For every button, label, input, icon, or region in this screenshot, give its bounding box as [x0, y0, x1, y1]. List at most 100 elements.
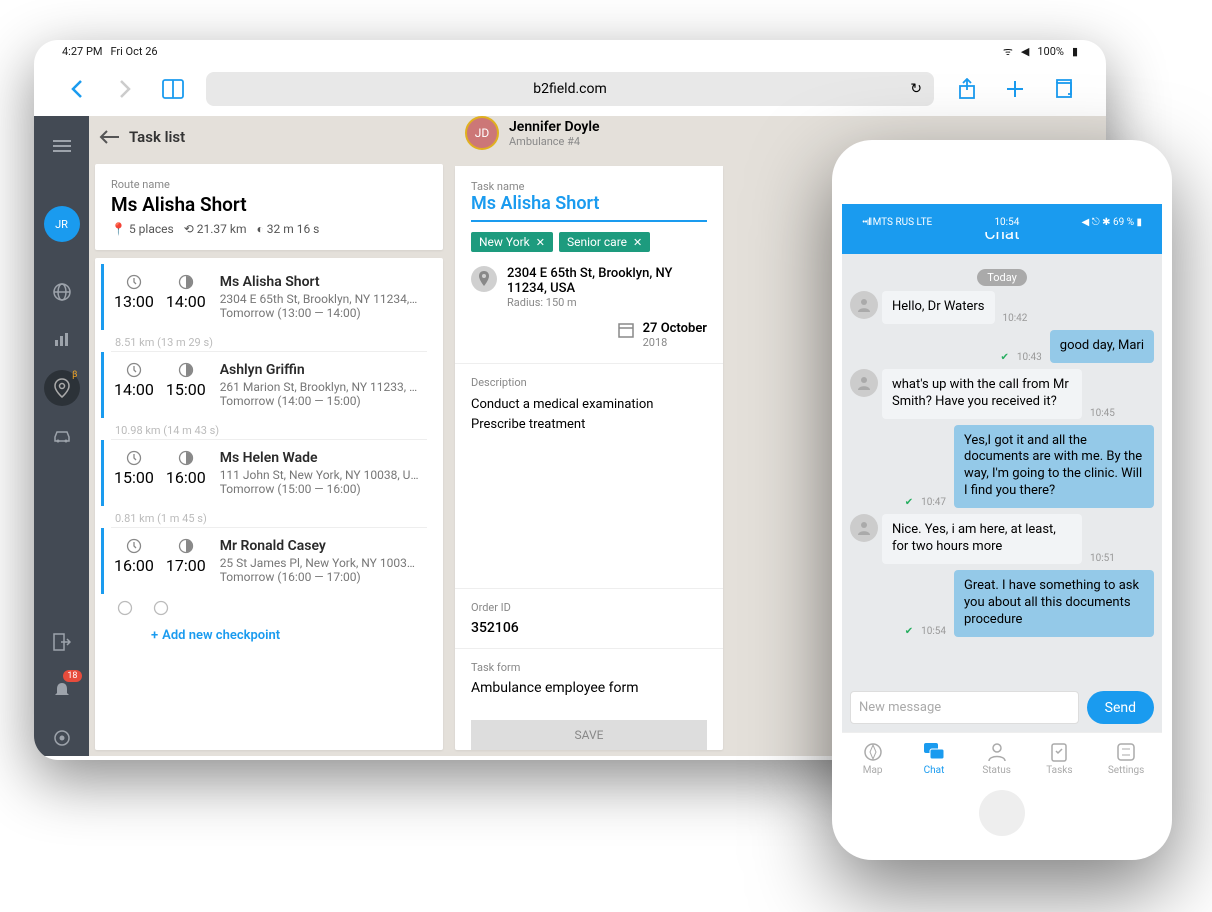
bell-icon[interactable]: 18 — [44, 672, 80, 708]
back-arrow-icon[interactable] — [99, 129, 119, 145]
msg-bubble: Yes,I got it and all the documents are w… — [954, 425, 1154, 509]
cp-name: Ashlyn Griffin — [220, 362, 427, 378]
clock-icon — [126, 274, 142, 290]
clock-icon — [117, 600, 133, 616]
url-text: b2field.com — [533, 81, 607, 97]
cp-tomorrow: Tomorrow (13:00 — 14:00) — [220, 306, 427, 320]
phone-battery: ◀ ⎋ ✱ 69 % ▮ — [1082, 217, 1142, 228]
tag[interactable]: Senior care ✕ — [559, 232, 650, 252]
sidebar-nav: JR β 18 — [34, 116, 89, 756]
checkpoint-item[interactable]: 13:00 14:00 Ms Alisha Short 2304 E 65th … — [101, 264, 427, 330]
tablet-status-bar: 4:27 PM Fri Oct 26 ᯤ ◀ 100% ▮ — [34, 40, 1106, 62]
msg-time: 10:47 — [921, 497, 946, 508]
car-icon[interactable] — [44, 418, 80, 454]
chat-day-label: Today — [977, 269, 1027, 286]
tab-label: Tasks — [1046, 765, 1072, 776]
assignee-avatar: JD — [465, 116, 499, 150]
new-tab-button[interactable] — [1000, 74, 1030, 104]
check-icon: ✔ — [1000, 352, 1008, 363]
chat-message: ✔ 10:43 good day, Mari — [850, 330, 1154, 363]
start-time: 16:00 — [114, 556, 154, 575]
checkpoint-item[interactable]: 15:00 16:00 Ms Helen Wade 111 John St, N… — [101, 440, 427, 506]
checkpoint-item[interactable]: 16:00 17:00 Mr Ronald Casey 25 St James … — [101, 528, 427, 594]
cp-tomorrow: Tomorrow (14:00 — 15:00) — [220, 394, 427, 408]
order-label: Order ID — [471, 601, 707, 614]
distance-icon: ⟲ — [184, 222, 194, 236]
pin-icon: 📍 — [111, 222, 126, 236]
pin-icon — [471, 266, 497, 292]
end-time: 17:00 — [166, 556, 206, 575]
location-icon[interactable]: β — [44, 370, 80, 406]
chat-message: Nice. Yes, i am here, at least, for two … — [850, 514, 1154, 564]
user-avatar[interactable]: JR — [44, 206, 80, 242]
forward-button[interactable] — [110, 74, 140, 104]
home-button[interactable] — [979, 790, 1025, 836]
chat-body[interactable]: TodayHello, Dr Waters10:42✔10:43good day… — [842, 254, 1162, 683]
tabs-button[interactable] — [1048, 74, 1078, 104]
back-button[interactable] — [62, 74, 92, 104]
tab-status[interactable]: Status — [982, 741, 1011, 776]
tab-settings[interactable]: Settings — [1108, 741, 1145, 776]
status-icon — [984, 741, 1010, 763]
task-name[interactable]: Ms Alisha Short — [471, 193, 707, 222]
desc-text: Conduct a medical examinationPrescribe t… — [471, 395, 707, 434]
tab-chat[interactable]: Chat — [921, 741, 947, 776]
tag-close-icon[interactable]: ✕ — [633, 236, 642, 249]
task-list-title: Task list — [129, 128, 185, 146]
order-id: 352106 — [471, 620, 707, 636]
avatar-icon — [850, 514, 878, 542]
cp-address: 2304 E 65th St, Brooklyn, NY 11234, U... — [220, 292, 420, 306]
url-bar[interactable]: b2field.com ↻ — [206, 72, 934, 106]
task-name-label: Task name — [471, 180, 707, 193]
end-time: 16:00 — [166, 468, 206, 487]
chat-input-row: New message Send — [842, 683, 1162, 732]
add-checkpoint-button[interactable]: + Add new checkpoint — [111, 616, 427, 643]
tag[interactable]: New York ✕ — [471, 232, 553, 252]
msg-bubble: Nice. Yes, i am here, at least, for two … — [882, 514, 1082, 564]
assignee-name: Jennifer Doyle — [509, 119, 600, 135]
menu-icon[interactable] — [44, 128, 80, 164]
end-time: 15:00 — [166, 380, 206, 399]
chart-icon[interactable] — [44, 322, 80, 358]
tab-label: Settings — [1108, 765, 1145, 776]
battery-icon: ▮ — [1072, 45, 1078, 58]
phone-tabbar: Map Chat Status Tasks Settings — [842, 732, 1162, 780]
task-list-header: Task list — [89, 116, 449, 158]
chat-message: what's up with the call from Mr Smith? H… — [850, 369, 1154, 419]
exit-icon[interactable] — [44, 624, 80, 660]
tag-close-icon[interactable]: ✕ — [536, 236, 545, 249]
start-time: 13:00 — [114, 292, 154, 311]
desc-label: Description — [471, 376, 707, 389]
msg-time: 10:43 — [1017, 352, 1042, 363]
cp-name: Ms Helen Wade — [220, 450, 427, 466]
save-button[interactable]: SAVE — [471, 720, 707, 750]
refresh-icon[interactable]: ↻ — [910, 81, 922, 97]
bookmarks-button[interactable] — [158, 74, 188, 104]
tab-label: Map — [863, 765, 883, 776]
clock-icon — [126, 450, 142, 466]
gear-icon[interactable] — [44, 720, 80, 756]
checkpoint-item[interactable]: 14:00 15:00 Ashlyn Griffin 261 Marion St… — [101, 352, 427, 418]
cp-address: 111 John St, New York, NY 10038, USA — [220, 468, 420, 482]
tab-map[interactable]: Map — [860, 741, 886, 776]
cp-address: 261 Marion St, Brooklyn, NY 11233, U... — [220, 380, 420, 394]
send-button[interactable]: Send — [1087, 691, 1154, 724]
tab-tasks[interactable]: Tasks — [1046, 741, 1072, 776]
calendar-icon — [617, 321, 635, 339]
tasks-icon — [1046, 741, 1072, 763]
avatar-icon — [850, 369, 878, 397]
task-list-column: Task list Route name Ms Alisha Short 📍5 … — [89, 116, 449, 756]
msg-bubble: good day, Mari — [1050, 330, 1154, 363]
task-year: 2018 — [643, 336, 707, 349]
distance-text: 0.81 km (1 m 45 s) — [111, 506, 427, 528]
msg-bubble: what's up with the call from Mr Smith? H… — [882, 369, 1082, 419]
share-button[interactable] — [952, 74, 982, 104]
phone-frame: ••ıll MTS RUS LTE 10:54 ◀ ⎋ ✱ 69 % ▮ Cha… — [832, 140, 1172, 860]
globe-icon[interactable] — [44, 274, 80, 310]
cp-name: Mr Ronald Casey — [220, 538, 427, 554]
avatar-icon — [850, 291, 878, 319]
chat-input[interactable]: New message — [850, 691, 1079, 724]
chat-icon — [921, 741, 947, 763]
form-name: Ambulance employee form — [471, 680, 707, 696]
check-icon: ✔ — [905, 626, 913, 637]
